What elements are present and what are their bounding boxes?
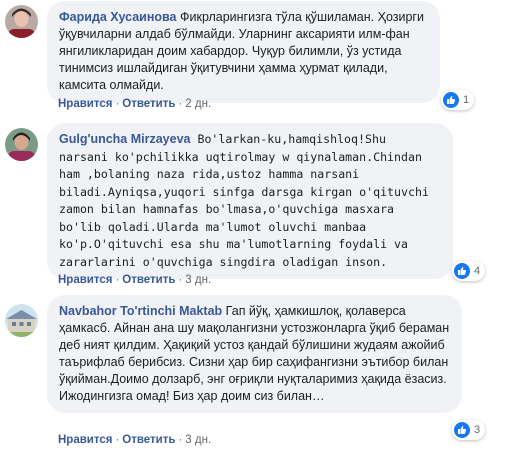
reaction-count[interactable]: 3 [452, 420, 486, 440]
reaction-number: 4 [474, 265, 481, 277]
like-icon [443, 92, 459, 108]
comment-actions: Нравится · Ответить · 3 дн. [58, 274, 212, 286]
comment-body: Гап йўқ, ҳамкишлоқ, қолаверса ҳамкасб. А… [59, 304, 450, 403]
comment-text: Фарида Хусаинова Фикрларингизга тўла қўш… [59, 9, 428, 94]
reaction-number: 1 [463, 94, 470, 106]
avatar[interactable] [5, 304, 38, 337]
comment-bubble: Фарида Хусаинова Фикрларингизга тўла қўш… [47, 1, 440, 103]
comment-bubble: Gulg'uncha Mirzayeva Bo'larkan-ku,hamqis… [47, 123, 453, 279]
like-link[interactable]: Нравится [58, 274, 112, 286]
reaction-count[interactable]: 1 [441, 90, 475, 110]
comment-author[interactable]: Navbahor To'rtinchi Maktab [59, 304, 222, 318]
comment-time[interactable]: 3 дн. [185, 274, 211, 286]
comment-text: Gulg'uncha Mirzayeva Bo'larkan-ku,hamqis… [59, 131, 441, 271]
comment-text: Navbahor To'rtinchi Maktab Гап йўқ, ҳамк… [59, 303, 450, 405]
reply-link[interactable]: Ответить [122, 274, 175, 286]
like-icon [454, 422, 470, 438]
comment-author[interactable]: Gulg'uncha Mirzayeva [59, 132, 190, 146]
avatar[interactable] [5, 128, 38, 161]
reply-link[interactable]: Ответить [122, 98, 175, 110]
comment-bubble: Navbahor To'rtinchi Maktab Гап йўқ, ҳамк… [47, 295, 462, 413]
comment-time[interactable]: 3 дн. [185, 434, 211, 446]
like-link[interactable]: Нравится [58, 434, 112, 446]
reaction-count[interactable]: 4 [452, 261, 486, 281]
like-link[interactable]: Нравится [58, 98, 112, 110]
avatar[interactable] [5, 5, 38, 38]
comment-actions: Нравится · Ответить · 3 дн. [58, 434, 212, 446]
comment-author[interactable]: Фарида Хусаинова [59, 10, 177, 24]
comment-body: Bo'larkan-ku,hamqishloq!Shu narsani ko'p… [59, 132, 429, 269]
reply-link[interactable]: Ответить [122, 434, 175, 446]
comment-time[interactable]: 2 дн. [185, 98, 211, 110]
reaction-number: 3 [474, 424, 481, 436]
comment-actions: Нравится · Ответить · 2 дн. [58, 98, 212, 110]
like-icon [454, 263, 470, 279]
